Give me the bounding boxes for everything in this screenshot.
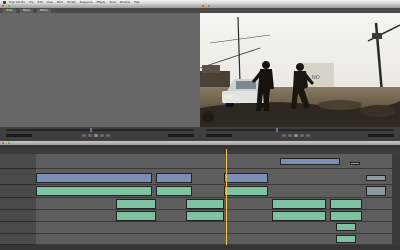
tab-filters[interactable]: Filters	[19, 8, 33, 13]
previous-edit-button[interactable]	[82, 134, 86, 137]
clip-v1-c[interactable]	[224, 186, 268, 196]
viewer-current-timecode[interactable]	[168, 134, 194, 137]
previous-edit-button[interactable]	[282, 134, 286, 137]
viewer-screen[interactable]	[0, 13, 200, 127]
viewer-scrubber[interactable]	[6, 128, 194, 132]
clip-v3-title[interactable]	[280, 158, 340, 165]
zoom-icon[interactable]	[8, 142, 10, 144]
canvas-window: NO	[200, 4, 400, 141]
clip-a2-c[interactable]	[272, 211, 326, 221]
viewer-window: Video Filters Motion	[0, 4, 200, 141]
svg-text:NO: NO	[312, 75, 320, 81]
canvas-timecode-duration[interactable]	[206, 134, 232, 137]
close-icon[interactable]	[202, 5, 204, 7]
canvas-transport-controls	[200, 127, 400, 141]
clip-v2-c[interactable]	[224, 173, 268, 183]
track-header-v3[interactable]	[0, 154, 36, 169]
clip-a1-d[interactable]	[330, 199, 362, 209]
play-around-button[interactable]	[100, 134, 104, 137]
close-icon[interactable]	[2, 5, 4, 7]
tab-motion[interactable]: Motion	[36, 8, 51, 13]
tab-video[interactable]: Video	[3, 8, 16, 13]
minimize-icon[interactable]	[5, 142, 7, 144]
clip-a1-b[interactable]	[186, 199, 224, 209]
track-a4[interactable]	[36, 234, 392, 245]
clip-a1-a[interactable]	[116, 199, 156, 209]
canvas-playhead[interactable]	[276, 128, 278, 132]
play-button[interactable]	[94, 134, 98, 137]
track-a2[interactable]	[36, 210, 392, 222]
viewer-transport-buttons	[82, 134, 110, 137]
clip-v2-a[interactable]	[36, 173, 152, 183]
next-edit-button[interactable]	[106, 134, 110, 137]
clip-v3-small[interactable]	[350, 162, 360, 165]
zoom-icon[interactable]	[8, 5, 10, 7]
track-header-a4[interactable]	[0, 234, 36, 245]
close-icon[interactable]	[2, 142, 4, 144]
clip-a2-a[interactable]	[116, 211, 156, 221]
track-a3[interactable]	[36, 222, 392, 234]
canvas-current-timecode[interactable]	[368, 134, 394, 137]
clip-v1-b[interactable]	[156, 186, 192, 196]
play-in-to-out-button[interactable]	[288, 134, 292, 137]
track-v2[interactable]	[36, 169, 392, 185]
clip-v1-d[interactable]	[366, 186, 386, 196]
timeline-horizontal-scrollbar[interactable]	[0, 245, 400, 250]
viewer-transport-controls	[0, 127, 200, 141]
clip-a2-b[interactable]	[186, 211, 224, 221]
track-a1[interactable]	[36, 198, 392, 210]
play-in-to-out-button[interactable]	[88, 134, 92, 137]
viewer-timecode-duration[interactable]	[6, 134, 32, 137]
timeline-vertical-scrollbar[interactable]	[392, 154, 400, 245]
timeline-playhead[interactable]	[226, 149, 227, 245]
canvas-scrubber[interactable]	[206, 128, 394, 132]
canvas-video-frame[interactable]: NO	[200, 13, 400, 127]
clip-v2-b[interactable]	[156, 173, 192, 183]
clip-a4-a[interactable]	[336, 235, 356, 243]
track-header-a1[interactable]	[0, 198, 36, 210]
zoom-icon[interactable]	[208, 5, 210, 7]
minimize-icon[interactable]	[5, 5, 7, 7]
track-v3[interactable]	[36, 154, 392, 169]
clip-v1-a[interactable]	[36, 186, 152, 196]
play-button[interactable]	[294, 134, 298, 137]
track-header-a3[interactable]	[0, 222, 36, 234]
track-header-a2[interactable]	[0, 210, 36, 222]
track-header-v2[interactable]	[0, 169, 36, 185]
track-header-v1[interactable]	[0, 185, 36, 198]
video-frame-image: NO	[200, 13, 400, 127]
viewer-playhead[interactable]	[90, 128, 92, 132]
clip-v2-d[interactable]	[366, 175, 386, 181]
next-edit-button[interactable]	[306, 134, 310, 137]
canvas-transport-buttons	[282, 134, 310, 137]
minimize-icon[interactable]	[205, 5, 207, 7]
timeline-window	[0, 141, 400, 250]
play-around-button[interactable]	[300, 134, 304, 137]
window-controls	[2, 5, 10, 7]
window-controls	[2, 142, 10, 144]
clip-a1-c[interactable]	[272, 199, 326, 209]
clip-a2-d[interactable]	[330, 211, 362, 221]
track-v1[interactable]	[36, 185, 392, 198]
clip-a3-a[interactable]	[336, 223, 356, 231]
window-controls	[202, 5, 210, 7]
